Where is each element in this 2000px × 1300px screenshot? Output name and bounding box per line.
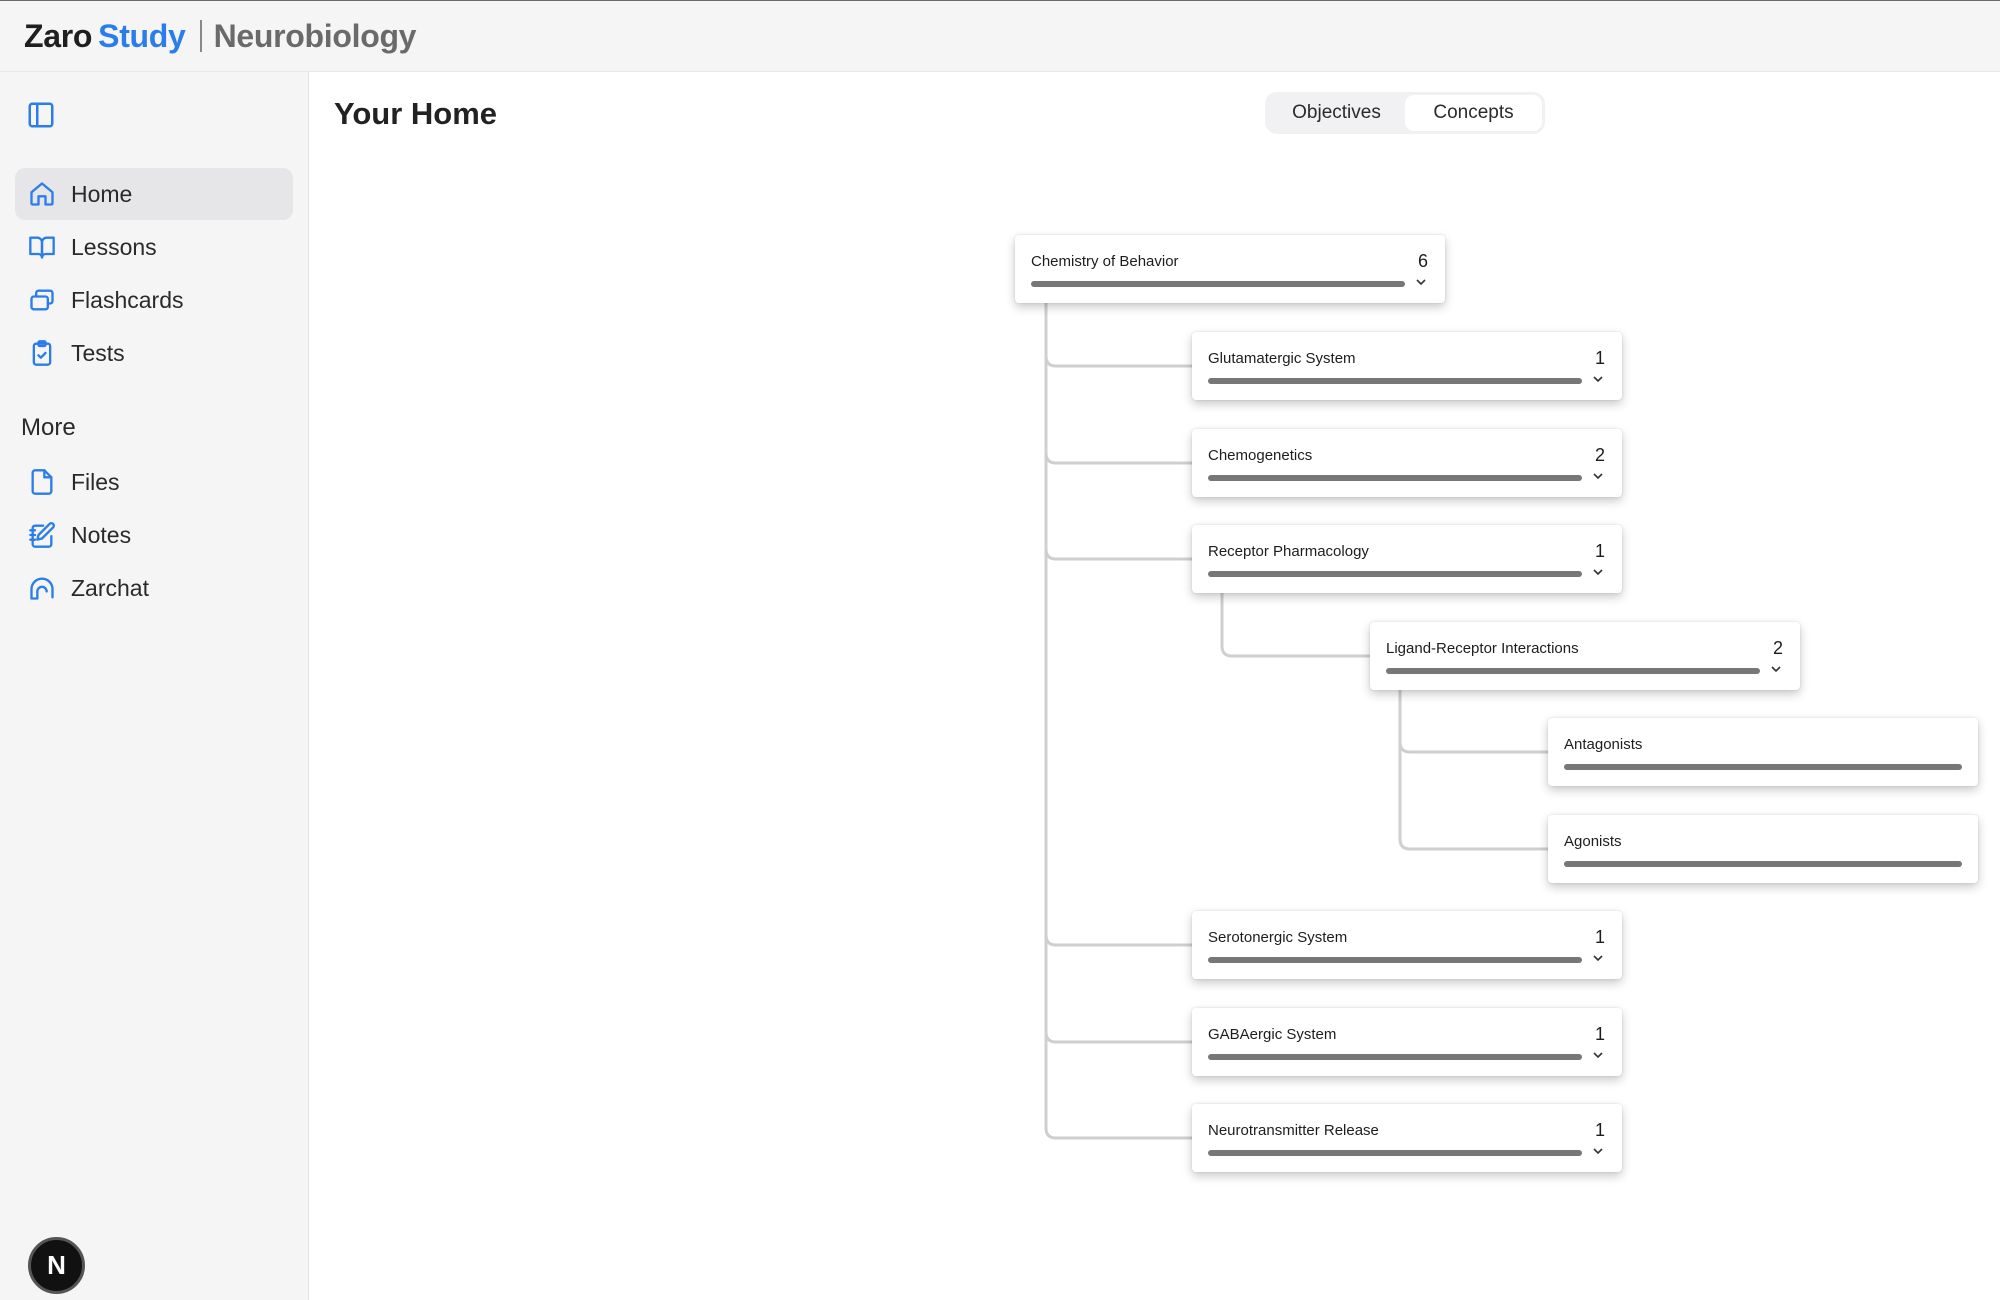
concept-title: Receptor Pharmacology	[1208, 543, 1369, 560]
home-icon	[27, 179, 57, 209]
sidebar-item-label: Tests	[71, 339, 125, 366]
concept-node[interactable]: Receptor Pharmacology 1	[1192, 525, 1622, 593]
chevron-down-icon[interactable]	[1416, 278, 1426, 286]
concept-title: Glutamatergic System	[1208, 350, 1356, 367]
concept-title: Antagonists	[1564, 736, 1643, 753]
chevron-down-icon[interactable]	[1593, 375, 1603, 383]
concept-count: 6	[1417, 251, 1428, 271]
file-icon	[27, 467, 57, 497]
sidebar-item-zarchat[interactable]: Zarchat	[15, 562, 293, 614]
connector-line	[1398, 687, 1550, 851]
notebook-pen-icon	[27, 520, 57, 550]
sidebar-item-label: Notes	[71, 521, 132, 548]
progress-bar	[1208, 571, 1582, 577]
progress-bar	[1564, 764, 1962, 770]
connector-line	[1398, 687, 1550, 754]
connector-line	[1044, 296, 1194, 561]
concept-node-root[interactable]: Chemistry of Behavior 6	[1015, 235, 1445, 303]
chat-icon	[27, 573, 57, 603]
sidebar: Home Lessons Flashcards Tests More Files…	[0, 72, 309, 1300]
brand-name: Zaro	[24, 17, 93, 54]
concept-node[interactable]: Agonists	[1548, 815, 1978, 883]
progress-bar	[1564, 861, 1962, 867]
brand-name-accent: Study	[98, 17, 186, 54]
progress-bar	[1208, 1054, 1582, 1060]
sidebar-panel-icon[interactable]	[26, 100, 56, 130]
concept-node[interactable]: Ligand-Receptor Interactions 2	[1370, 622, 1800, 690]
concept-node[interactable]: Glutamatergic System 1	[1192, 332, 1622, 400]
connector-line	[1044, 296, 1194, 1044]
sidebar-item-files[interactable]: Files	[15, 456, 293, 508]
concept-tree: Chemistry of Behavior 6 Glutamatergic Sy…	[310, 72, 2000, 1300]
sidebar-item-label: Files	[71, 468, 120, 495]
progress-bar	[1031, 281, 1405, 287]
connector-line	[1044, 296, 1194, 465]
sidebar-item-tests[interactable]: Tests	[15, 327, 293, 379]
clipboard-check-icon	[27, 338, 57, 368]
concept-count: 2	[1772, 638, 1783, 658]
chevron-down-icon[interactable]	[1593, 1147, 1603, 1155]
concept-title: Chemistry of Behavior	[1031, 253, 1179, 270]
progress-bar	[1208, 1150, 1582, 1156]
concept-node[interactable]: Chemogenetics 2	[1192, 429, 1622, 497]
concept-count: 1	[1594, 927, 1605, 947]
concept-title: Agonists	[1564, 833, 1622, 850]
concept-count: 1	[1594, 541, 1605, 561]
course-title: Neurobiology	[213, 17, 417, 54]
concept-node[interactable]: Neurotransmitter Release 1	[1192, 1104, 1622, 1172]
brand-divider	[199, 20, 202, 52]
cards-icon	[27, 285, 57, 315]
sidebar-item-label: Zarchat	[71, 574, 149, 601]
sidebar-item-home[interactable]: Home	[15, 168, 293, 220]
sidebar-section-heading: More	[21, 414, 76, 441]
chevron-down-icon[interactable]	[1771, 665, 1781, 673]
avatar[interactable]: N	[28, 1237, 85, 1294]
chevron-down-icon[interactable]	[1593, 568, 1603, 576]
concept-title: Chemogenetics	[1208, 447, 1313, 464]
concept-title: GABAergic System	[1208, 1026, 1337, 1043]
app-brand[interactable]: Zaro Study Neurobiology	[24, 18, 416, 55]
concept-count: 1	[1594, 1024, 1605, 1044]
chevron-down-icon[interactable]	[1593, 472, 1603, 480]
main-content: Your Home Objectives Concepts Chemistry …	[310, 72, 2000, 1300]
concept-count: 2	[1594, 445, 1605, 465]
concept-title: Ligand-Receptor Interactions	[1386, 640, 1579, 657]
concept-count: 1	[1594, 1120, 1605, 1140]
sidebar-item-notes[interactable]: Notes	[15, 509, 293, 561]
concept-node[interactable]: Serotonergic System 1	[1192, 911, 1622, 979]
sidebar-item-label: Home	[71, 180, 133, 207]
concept-node[interactable]: GABAergic System 1	[1192, 1008, 1622, 1076]
sidebar-item-flashcards[interactable]: Flashcards	[15, 274, 293, 326]
sidebar-item-lessons[interactable]: Lessons	[15, 221, 293, 273]
progress-bar	[1208, 475, 1582, 481]
concept-node[interactable]: Antagonists	[1548, 718, 1978, 786]
concept-title: Serotonergic System	[1208, 929, 1348, 946]
progress-bar	[1208, 378, 1582, 384]
connector-line	[1044, 296, 1194, 368]
progress-bar	[1386, 668, 1760, 674]
sidebar-item-label: Flashcards	[71, 286, 184, 313]
concept-count: 1	[1594, 348, 1605, 368]
connector-line	[1044, 296, 1194, 947]
sidebar-item-label: Lessons	[71, 233, 157, 260]
concept-title: Neurotransmitter Release	[1208, 1122, 1379, 1139]
top-bar: Zaro Study Neurobiology	[0, 0, 2000, 72]
connector-line	[1220, 590, 1372, 658]
progress-bar	[1208, 957, 1582, 963]
chevron-down-icon[interactable]	[1593, 1051, 1603, 1059]
connector-line	[1044, 296, 1194, 1140]
book-open-icon	[27, 232, 57, 262]
chevron-down-icon[interactable]	[1593, 954, 1603, 962]
